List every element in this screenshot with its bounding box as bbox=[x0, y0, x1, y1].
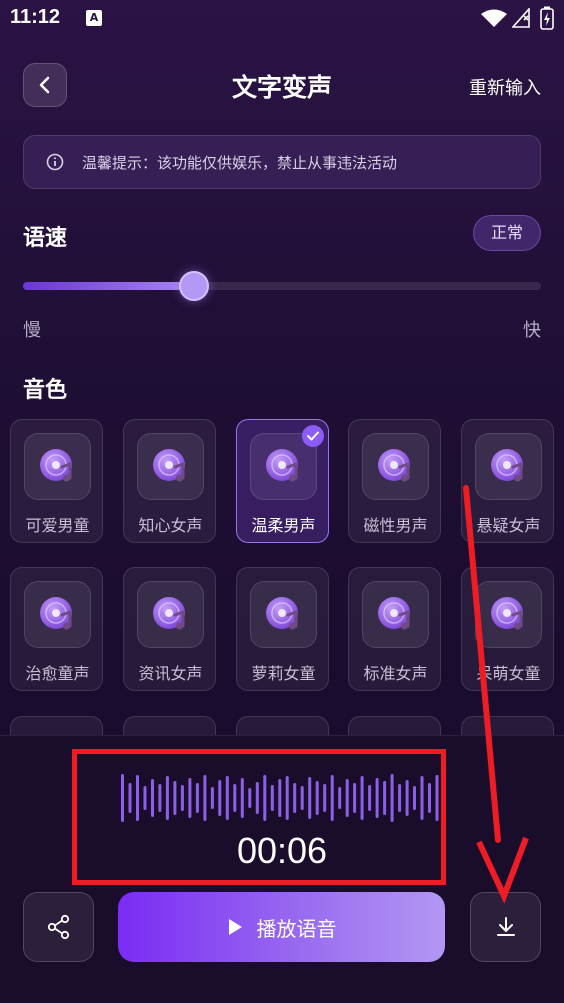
voice-card[interactable]: 可爱男童 bbox=[10, 419, 103, 543]
voice-card[interactable]: 温柔男声 bbox=[236, 419, 329, 543]
music-disc-icon bbox=[39, 448, 72, 481]
voice-icon-box bbox=[137, 433, 204, 500]
notice-text: 温馨提示：该功能仅供娱乐，禁止从事违法活动 bbox=[82, 153, 398, 172]
music-disc-icon bbox=[490, 448, 523, 481]
voice-name: 知心女声 bbox=[138, 516, 203, 535]
reinput-button[interactable]: 重新输入 bbox=[469, 74, 541, 100]
share-icon bbox=[47, 914, 69, 940]
wifi-icon bbox=[481, 9, 507, 27]
battery-icon bbox=[540, 6, 554, 30]
selected-check-icon bbox=[302, 425, 324, 447]
music-disc-icon bbox=[39, 596, 72, 629]
voice-name: 呆萌女童 bbox=[476, 664, 541, 683]
voice-icon-box bbox=[475, 581, 542, 648]
voice-icon-box bbox=[362, 581, 429, 648]
music-disc-icon bbox=[152, 596, 185, 629]
voice-card[interactable]: 呆萌女童 bbox=[461, 567, 554, 691]
signal-icon bbox=[512, 8, 530, 28]
voice-name: 可爱男童 bbox=[25, 516, 90, 535]
music-disc-icon bbox=[265, 596, 298, 629]
speed-label: 语速 bbox=[23, 226, 68, 251]
speed-value-badge: 正常 bbox=[473, 215, 541, 251]
voice-name: 治愈童声 bbox=[25, 664, 90, 683]
music-disc-icon bbox=[152, 448, 185, 481]
speed-slider[interactable] bbox=[23, 271, 541, 301]
music-disc-icon bbox=[265, 448, 298, 481]
voice-card[interactable]: 萝莉女童 bbox=[236, 567, 329, 691]
voice-name: 资讯女声 bbox=[138, 664, 203, 683]
voice-card[interactable]: 治愈童声 bbox=[10, 567, 103, 691]
play-button-label: 播放语音 bbox=[256, 916, 337, 941]
music-disc-icon bbox=[490, 596, 523, 629]
voice-icon-box bbox=[362, 433, 429, 500]
voice-name: 标准女声 bbox=[363, 664, 428, 683]
warning-notice: 温馨提示：该功能仅供娱乐，禁止从事违法活动 bbox=[23, 135, 541, 189]
notification-a-icon: A bbox=[86, 10, 102, 26]
speed-slider-fill bbox=[23, 282, 194, 290]
voice-name: 磁性男声 bbox=[363, 516, 428, 535]
voice-icon-box bbox=[24, 433, 91, 500]
share-button[interactable] bbox=[23, 892, 94, 962]
info-icon bbox=[46, 153, 64, 171]
music-disc-icon bbox=[377, 596, 410, 629]
music-disc-icon bbox=[377, 448, 410, 481]
play-icon bbox=[228, 919, 242, 935]
download-icon bbox=[496, 917, 515, 936]
voice-card[interactable]: 知心女声 bbox=[123, 419, 216, 543]
voice-icon-box bbox=[475, 433, 542, 500]
voice-icon-box bbox=[137, 581, 204, 648]
voice-card[interactable]: 标准女声 bbox=[348, 567, 441, 691]
voice-icon-box bbox=[24, 581, 91, 648]
voice-card[interactable]: 磁性男声 bbox=[348, 419, 441, 543]
play-voice-button[interactable]: 播放语音 bbox=[118, 892, 445, 962]
voice-section-label: 音色 bbox=[23, 378, 68, 403]
voice-name: 悬疑女声 bbox=[476, 516, 541, 535]
voice-card[interactable]: 资讯女声 bbox=[123, 567, 216, 691]
voice-card[interactable]: 悬疑女声 bbox=[461, 419, 554, 543]
annotation-highlight-box bbox=[72, 749, 446, 885]
status-time: 11:12 bbox=[10, 6, 61, 28]
download-button[interactable] bbox=[470, 892, 541, 962]
voice-name: 温柔男声 bbox=[251, 516, 316, 535]
voice-name: 萝莉女童 bbox=[251, 664, 316, 683]
voice-icon-box bbox=[250, 581, 317, 648]
speed-slider-thumb[interactable] bbox=[178, 271, 209, 301]
speed-min-label: 慢 bbox=[23, 320, 41, 341]
speed-max-label: 快 bbox=[523, 320, 541, 341]
